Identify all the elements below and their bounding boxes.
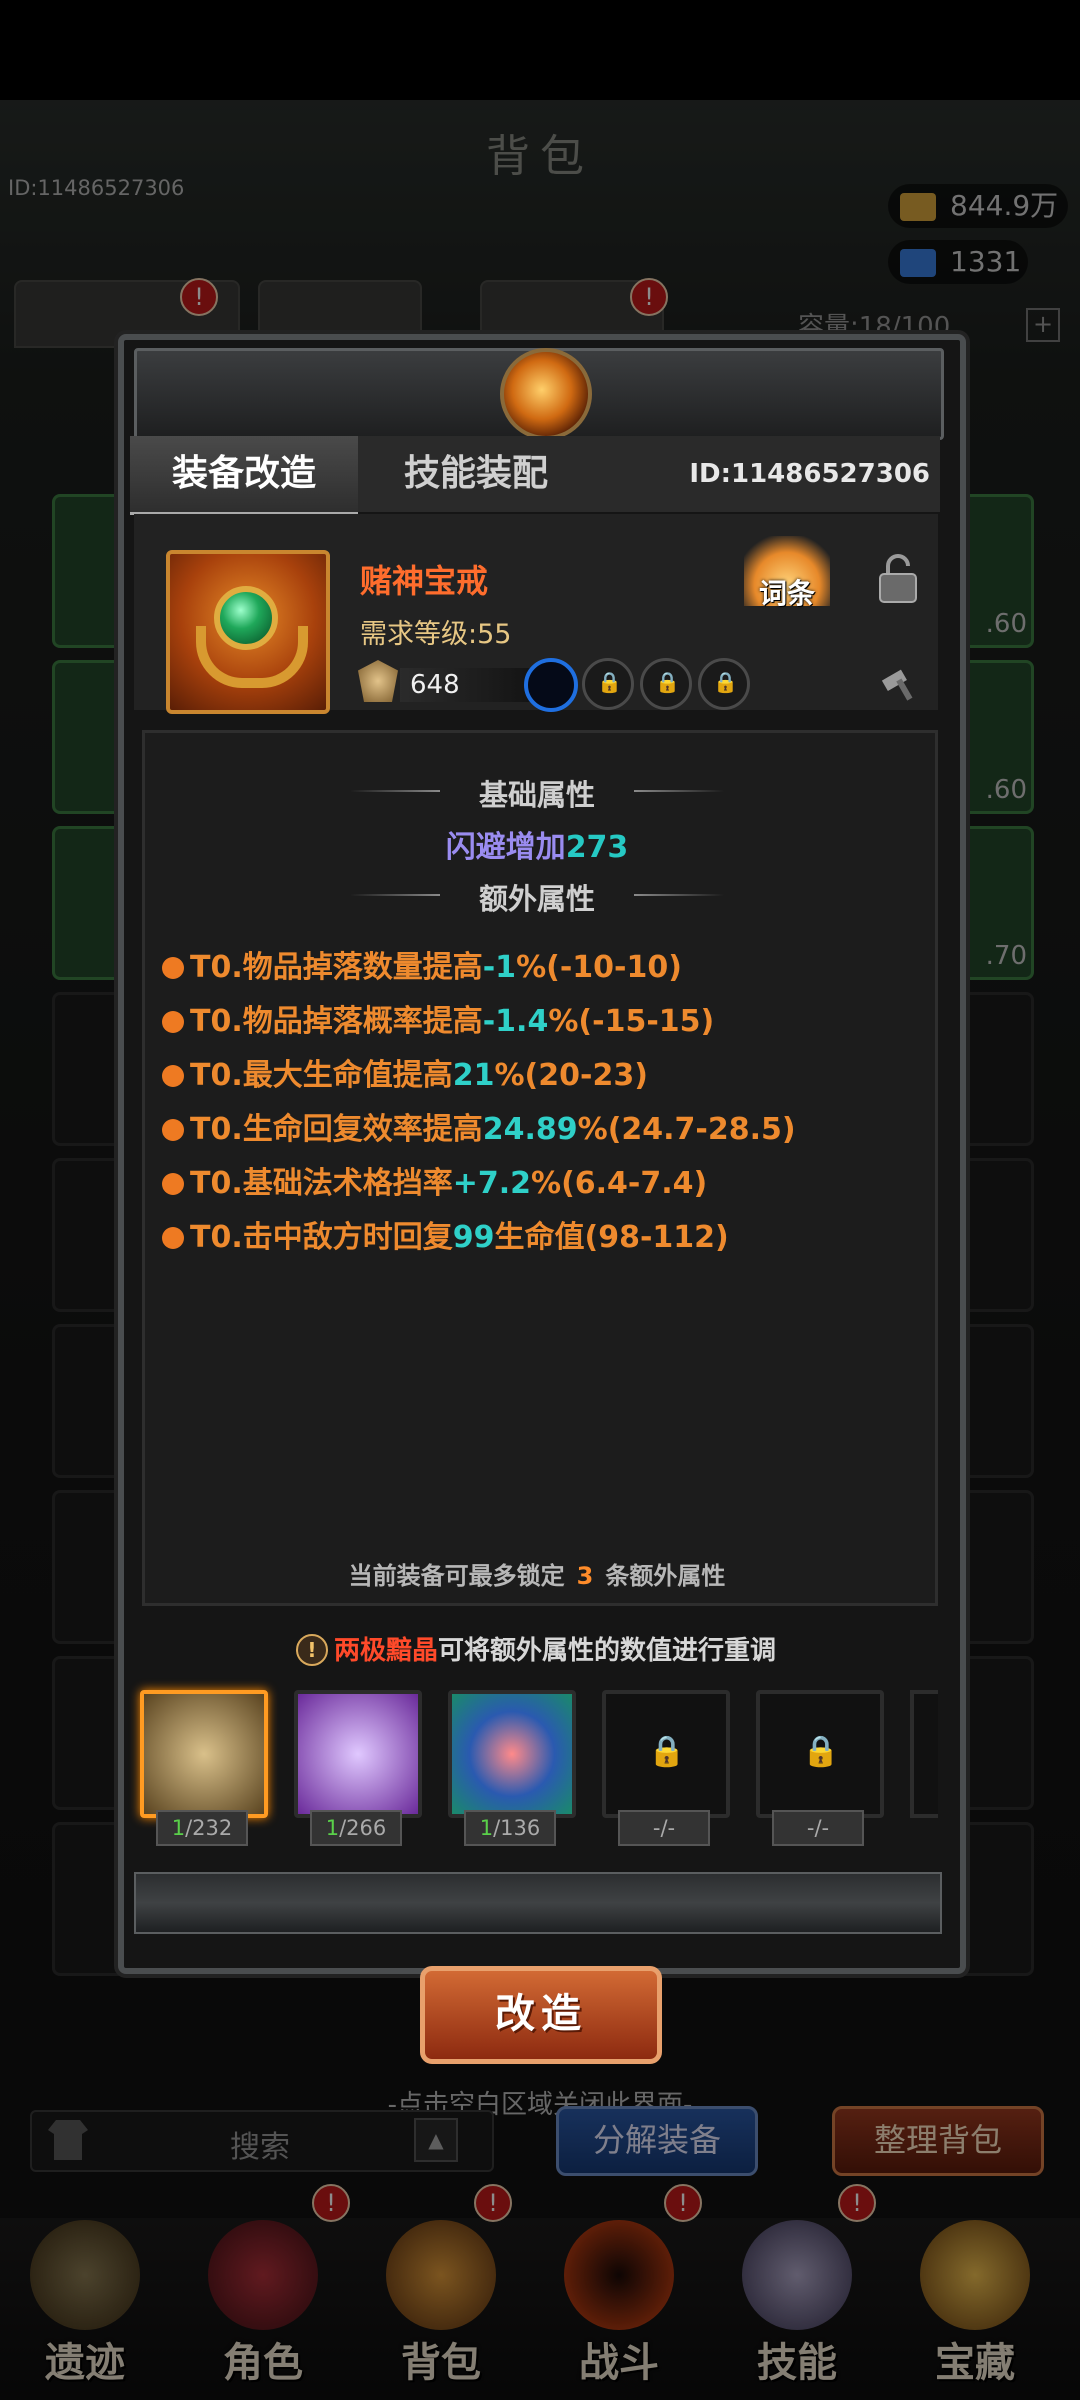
bullet-icon [162, 1119, 184, 1141]
lock-icon: 🔒 [802, 1734, 840, 1769]
base-attr-text: 闪避增加 [445, 830, 566, 865]
extra-attr-row[interactable]: T0.击中敌方时回复99生命值(98-112) [162, 1212, 729, 1256]
material-yinyang-crystal[interactable] [140, 1690, 268, 1818]
attr-range: %(20-23) [494, 1058, 648, 1093]
emblem-orb-icon [500, 348, 592, 440]
ring-gem [214, 586, 278, 650]
unlock-icon[interactable] [876, 552, 920, 604]
item-name: 赌神宝戒 [360, 562, 489, 600]
material-hint-text: 可将额外属性的数值进行重调 [438, 1636, 777, 1666]
attr-name: T0.生命回复效率提高 [190, 1112, 483, 1147]
bullet-icon [162, 1011, 184, 1033]
bullet-icon [162, 1173, 184, 1195]
material-name: 两极黯晶 [333, 1636, 438, 1666]
socket-locked[interactable]: 🔒 [640, 658, 692, 710]
material-slot-locked[interactable]: 🔒 [756, 1690, 884, 1818]
extra-attr-row[interactable]: T0.物品掉落数量提高-1%(-10-10) [162, 942, 682, 986]
material-purple-crystal[interactable] [294, 1690, 422, 1818]
material-count: 1/136 [464, 1810, 556, 1846]
attr-range: %(-10-10) [516, 950, 682, 985]
attr-range: 生命值(98-112) [494, 1220, 729, 1255]
material-rainbow-crystal[interactable] [448, 1690, 576, 1818]
attr-range: %(-15-15) [548, 1004, 715, 1039]
extra-attr-title: 额外属性 [478, 882, 595, 916]
bullet-icon [162, 957, 184, 979]
attr-value: +7.2 [452, 1166, 532, 1201]
attr-name: T0.最大生命值提高 [190, 1058, 453, 1093]
material-slot-locked[interactable]: 🔒 [602, 1690, 730, 1818]
exclamation-icon: ! [295, 1634, 328, 1666]
bullet-icon [162, 1065, 184, 1087]
dialog-footer-decoration [134, 1872, 942, 1934]
material-have: 1 [171, 1816, 186, 1840]
attr-name: T0.击中敌方时回复 [190, 1220, 453, 1255]
extra-attr-row[interactable]: T0.最大生命值提高21%(20-23) [162, 1050, 648, 1094]
material-count: -/- [618, 1810, 710, 1846]
base-attribute: 闪避增加273 [142, 822, 932, 866]
tab-equipment-modify[interactable]: 装备改造 [130, 436, 358, 515]
socket-locked[interactable]: 🔒 [698, 658, 750, 710]
socket-locked[interactable]: 🔒 [582, 658, 634, 710]
lock-icon: 🔒 [655, 670, 680, 694]
attr-value: -1 [482, 950, 517, 985]
lock-hint-text: 条额外属性 [605, 1562, 726, 1590]
lock-limit-hint: 当前装备可最多锁定 3 条额外属性 [142, 1556, 932, 1591]
lock-hint-count: 3 [576, 1562, 594, 1590]
lock-icon: 🔒 [648, 1734, 686, 1769]
extra-attr-row[interactable]: T0.物品掉落概率提高-1.4%(-15-15) [162, 996, 714, 1040]
attr-range: %(6.4-7.4) [531, 1166, 708, 1201]
material-hint: ! 两极黯晶可将额外属性的数值进行重调 [134, 1630, 938, 1667]
lock-icon: 🔒 [713, 670, 738, 694]
extra-attr-row[interactable]: T0.生命回复效率提高24.89%(24.7-28.5) [162, 1104, 796, 1148]
item-power: 648 [410, 670, 460, 700]
modify-button[interactable]: 改造 [420, 1966, 662, 2064]
material-total: /266 [339, 1816, 387, 1840]
material-count: 1/266 [310, 1810, 402, 1846]
material-count: -/- [772, 1810, 864, 1846]
material-total: /136 [493, 1816, 541, 1840]
hammer-icon[interactable] [880, 664, 920, 704]
item-level-requirement: 需求等级:55 [360, 619, 512, 650]
socket-open[interactable] [524, 658, 578, 712]
dialog-player-id: ID:11486527306 [689, 459, 930, 489]
lock-hint-text: 当前装备可最多锁定 [348, 1562, 565, 1590]
material-have: 1 [325, 1816, 340, 1840]
material-slot-partial[interactable] [910, 1690, 938, 1818]
material-total: /232 [185, 1816, 233, 1840]
attr-name: T0.基础法术格挡率 [190, 1166, 453, 1201]
attr-range: %(24.7-28.5) [577, 1112, 796, 1147]
affix-button[interactable]: 词条 [744, 572, 830, 612]
attr-name: T0.物品掉落概率提高 [190, 1004, 483, 1039]
attr-value: -1.4 [482, 1004, 549, 1039]
material-total: -/- [652, 1816, 676, 1840]
material-have: 1 [479, 1816, 494, 1840]
attr-value: 24.89 [482, 1112, 578, 1147]
extra-attr-row[interactable]: T0.基础法术格挡率+7.2%(6.4-7.4) [162, 1158, 707, 1202]
base-attr-title: 基础属性 [478, 778, 595, 812]
tab-skill-equip[interactable]: 技能装配 [362, 436, 590, 512]
attr-name: T0.物品掉落数量提高 [190, 950, 483, 985]
attr-value: 21 [452, 1058, 495, 1093]
material-count: 1/232 [156, 1810, 248, 1846]
bullet-icon [162, 1227, 184, 1249]
base-attr-value: 273 [565, 830, 629, 865]
attr-value: 99 [452, 1220, 495, 1255]
lock-icon: 🔒 [597, 670, 622, 694]
material-total: -/- [806, 1816, 830, 1840]
